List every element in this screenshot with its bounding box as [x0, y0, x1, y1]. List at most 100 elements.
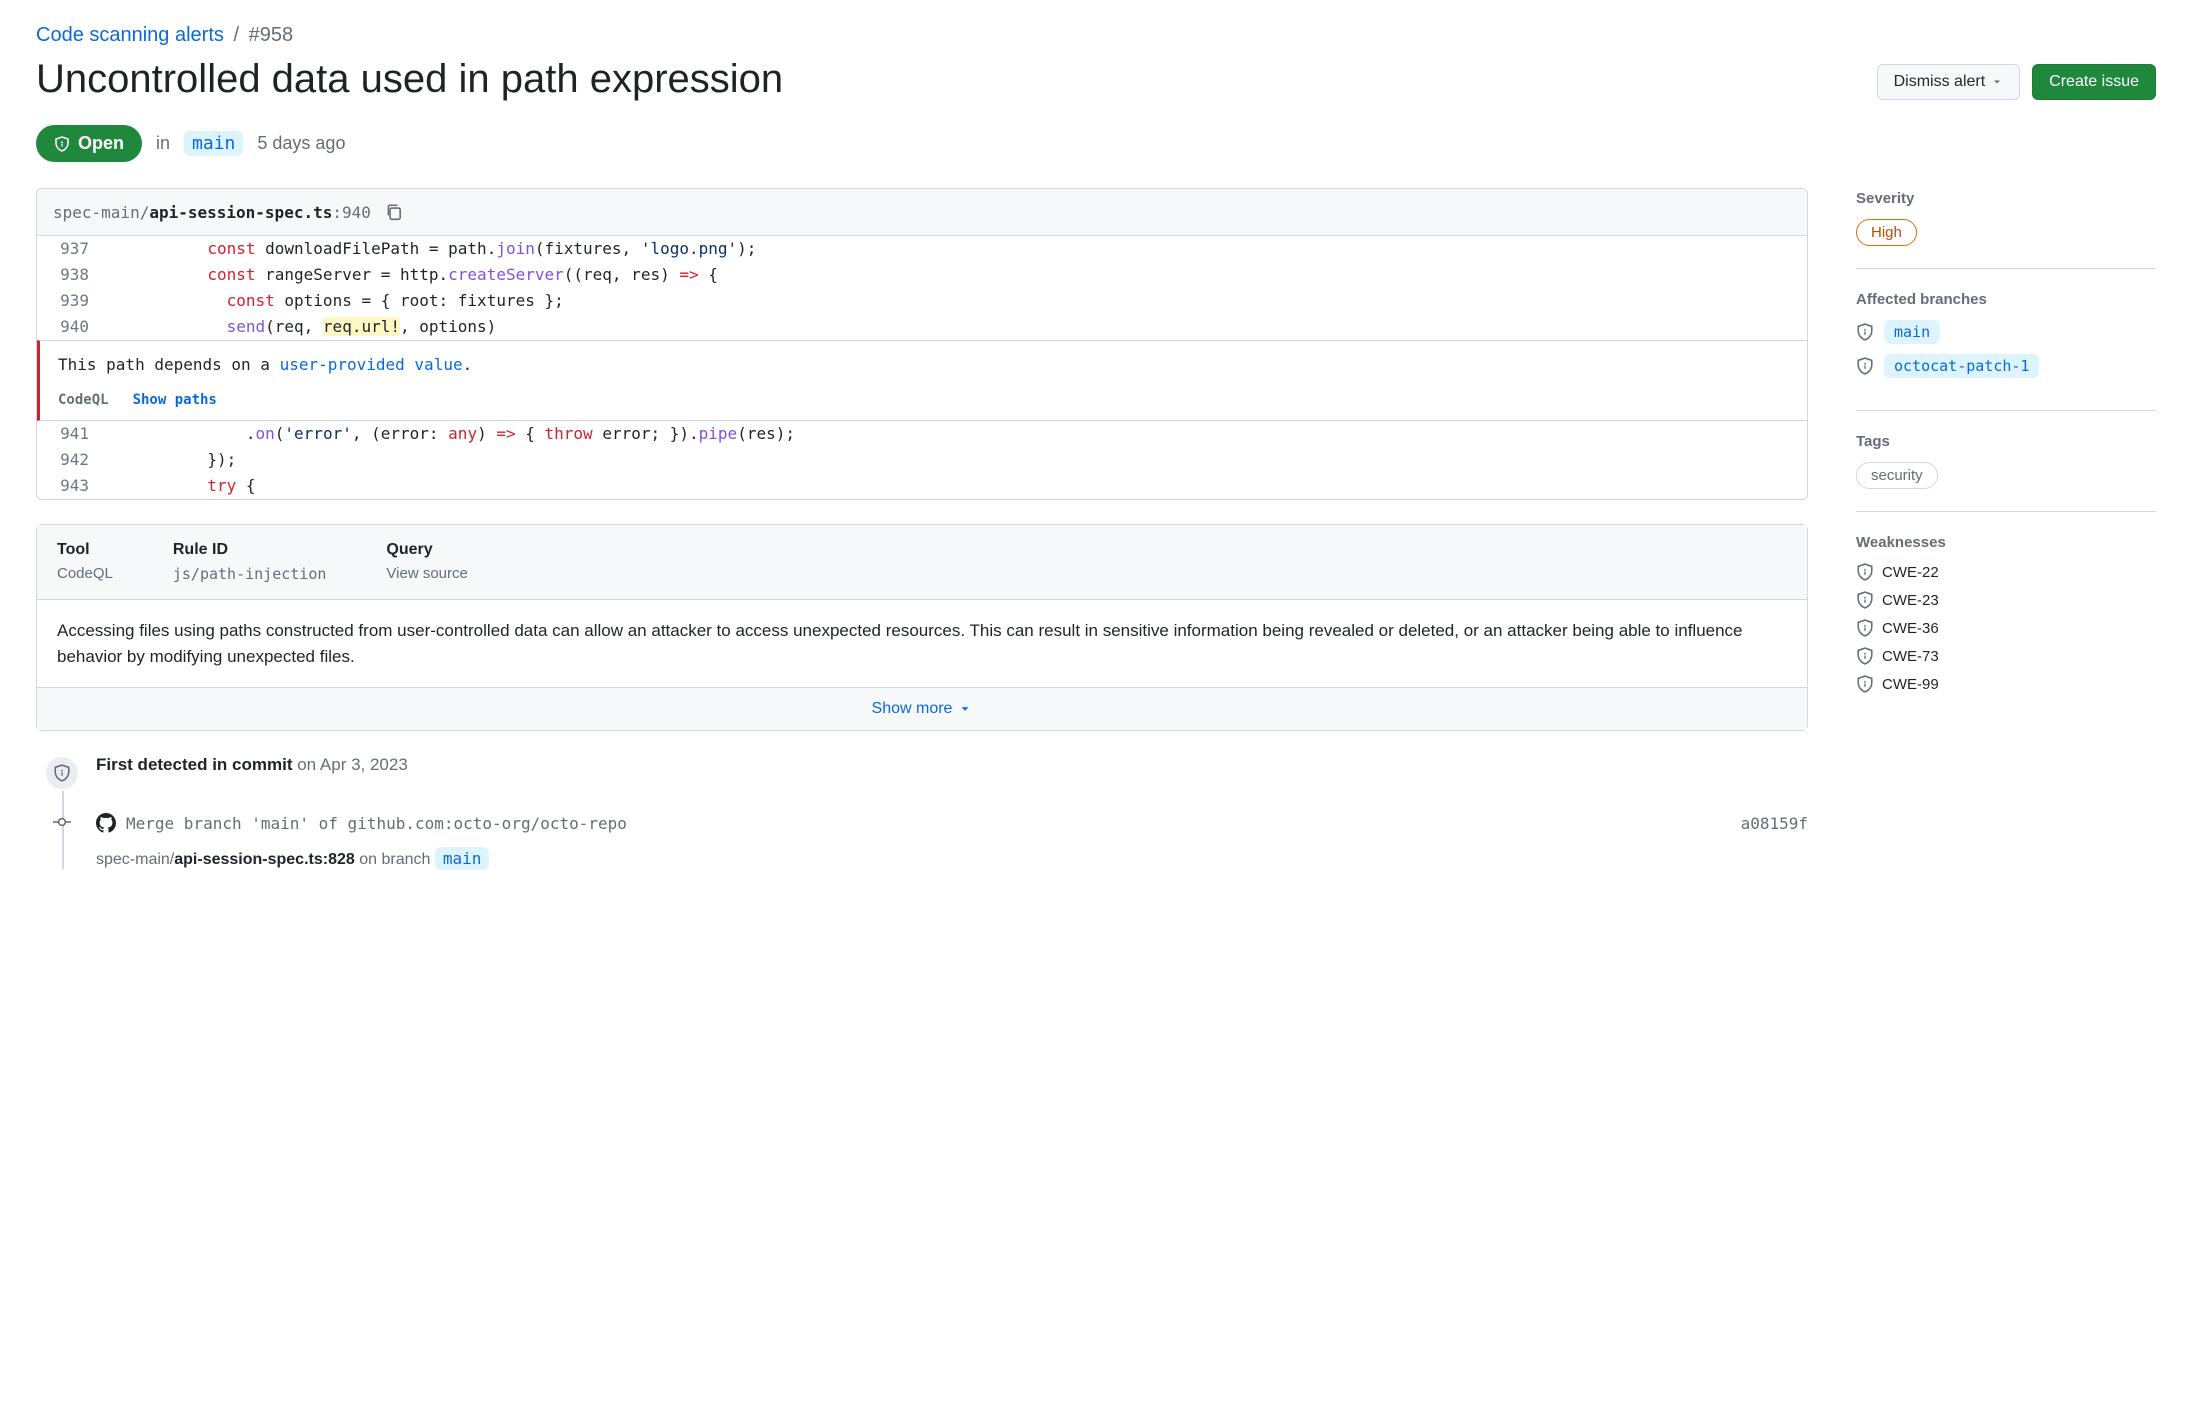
details-col: Query View source — [386, 541, 467, 583]
branches-heading: Affected branches — [1856, 291, 2156, 308]
line-number: 943 — [37, 473, 111, 499]
show-paths-link[interactable]: Show paths — [133, 392, 217, 408]
weakness-row[interactable]: CWE-23 — [1856, 591, 2156, 609]
state-label: Open — [78, 133, 124, 154]
code-box: spec-main/api-session-spec.ts:940 937 co… — [36, 188, 1808, 500]
commit-message[interactable]: Merge branch 'main' of github.com:octo-o… — [126, 814, 1731, 833]
dismiss-alert-label: Dismiss alert — [1894, 73, 1986, 91]
weakness-label: CWE-73 — [1882, 648, 1939, 665]
shield-alert-icon — [1856, 323, 1874, 341]
page-title: Uncontrolled data used in path expressio… — [36, 55, 783, 103]
weakness-label: CWE-99 — [1882, 676, 1939, 693]
line-number: 939 — [37, 288, 111, 314]
code-content: const options = { root: fixtures }; — [111, 288, 564, 314]
weakness-row[interactable]: CWE-99 — [1856, 675, 2156, 693]
tags-heading: Tags — [1856, 433, 2156, 450]
timeline-file-row: spec-main/api-session-spec.ts:828 on bra… — [96, 849, 1808, 869]
create-issue-button[interactable]: Create issue — [2032, 64, 2156, 100]
timeline-detected-badge — [44, 755, 80, 791]
code-file-path[interactable]: spec-main/api-session-spec.ts:940 — [53, 203, 371, 222]
weakness-row[interactable]: CWE-36 — [1856, 619, 2156, 637]
breadcrumb-separator: / — [229, 24, 243, 46]
details-box: Tool CodeQL Rule ID js/path-injection Query V… — [36, 524, 1808, 731]
code-content: try { — [111, 473, 256, 499]
weaknesses-heading: Weaknesses — [1856, 534, 2156, 551]
code-content: const rangeServer = http.createServer((r… — [111, 262, 718, 288]
shield-alert-icon — [53, 764, 71, 782]
line-number: 938 — [37, 262, 111, 288]
timeline-commit-dot — [44, 813, 80, 831]
shield-alert-icon — [1856, 563, 1874, 581]
tag-pill[interactable]: security — [1856, 462, 1938, 489]
code-content: .on('error', (error: any) => { throw err… — [111, 421, 795, 447]
line-number: 941 — [37, 421, 111, 447]
tool-label: CodeQL — [58, 392, 109, 408]
code-line: 939 const options = { root: fixtures }; — [37, 288, 1807, 314]
code-content: send(req, req.url!, options) — [111, 314, 496, 340]
code-content: }); — [111, 447, 236, 473]
chevron-down-icon — [958, 702, 972, 716]
line-number: 937 — [37, 236, 111, 262]
dismiss-alert-button[interactable]: Dismiss alert — [1877, 64, 2021, 100]
status-branch[interactable]: main — [184, 131, 243, 156]
shield-alert-icon — [1856, 591, 1874, 609]
details-col-header: Tool — [57, 541, 113, 559]
timeline-detected-text: First detected in commit on Apr 3, 2023 — [96, 755, 1808, 775]
code-line: 938 const rangeServer = http.createServe… — [37, 262, 1807, 288]
alert-msg-link[interactable]: user-provided value — [280, 355, 463, 374]
alert-msg-pre: This path depends on a — [58, 355, 280, 374]
details-col-value: js/path-injection — [173, 565, 327, 583]
shield-icon — [54, 136, 70, 152]
weaknesses-section: Weaknesses CWE-22 CWE-23 CWE-36 CWE-73 CWE-9… — [1856, 534, 2156, 725]
shield-alert-icon — [1856, 647, 1874, 665]
code-lines-after: 941 .on('error', (error: any) => { throw… — [37, 421, 1807, 499]
weakness-row[interactable]: CWE-22 — [1856, 563, 2156, 581]
code-line: 940 send(req, req.url!, options) — [37, 314, 1807, 340]
state-badge: Open — [36, 125, 142, 162]
severity-heading: Severity — [1856, 190, 2156, 207]
weakness-label: CWE-22 — [1882, 564, 1939, 581]
shield-alert-icon — [1856, 675, 1874, 693]
code-line: 941 .on('error', (error: any) => { throw… — [37, 421, 1807, 447]
alert-msg-post: . — [463, 355, 473, 374]
affected-branch-row: octocat-patch-1 — [1856, 354, 2156, 378]
details-col: Tool CodeQL — [57, 541, 113, 583]
shield-alert-icon — [1856, 619, 1874, 637]
status-row: Open in main 5 days ago — [36, 125, 2156, 162]
commit-sha[interactable]: a08159f — [1741, 814, 1808, 833]
breadcrumb-id: #958 — [249, 24, 294, 46]
weakness-row[interactable]: CWE-73 — [1856, 647, 2156, 665]
severity-section: Severity High — [1856, 190, 2156, 269]
status-age: 5 days ago — [257, 133, 345, 154]
line-number: 942 — [37, 447, 111, 473]
weakness-label: CWE-23 — [1882, 592, 1939, 609]
details-col-value: CodeQL — [57, 565, 113, 582]
copy-path-button[interactable] — [383, 201, 405, 223]
copy-icon — [385, 203, 403, 221]
details-description: Accessing files using paths constructed … — [37, 600, 1807, 687]
status-in: in — [156, 133, 170, 154]
code-content: const downloadFilePath = path.join(fixtu… — [111, 236, 756, 262]
show-more-button[interactable]: Show more — [37, 687, 1807, 730]
severity-badge: High — [1856, 219, 1917, 246]
line-number: 940 — [37, 314, 111, 340]
code-line: 937 const downloadFilePath = path.join(f… — [37, 236, 1807, 262]
details-col-value[interactable]: View source — [386, 565, 467, 582]
affected-branch-row: main — [1856, 320, 2156, 344]
code-line: 943 try { — [37, 473, 1807, 499]
code-line: 942 }); — [37, 447, 1807, 473]
breadcrumb-parent-link[interactable]: Code scanning alerts — [36, 24, 224, 46]
breadcrumb: Code scanning alerts / #958 — [36, 24, 2156, 47]
branch-pill[interactable]: octocat-patch-1 — [1884, 354, 2039, 378]
details-col-header: Rule ID — [173, 541, 327, 559]
timeline-branch-pill[interactable]: main — [435, 847, 490, 870]
chevron-down-icon — [1991, 76, 2003, 88]
details-col-header: Query — [386, 541, 467, 559]
branch-pill[interactable]: main — [1884, 320, 1940, 344]
code-lines-before: 937 const downloadFilePath = path.join(f… — [37, 236, 1807, 340]
git-commit-icon — [53, 813, 71, 831]
octocat-avatar-icon — [96, 813, 116, 833]
weakness-label: CWE-36 — [1882, 620, 1939, 637]
shield-alert-icon — [1856, 357, 1874, 375]
timeline: First detected in commit on Apr 3, 2023 … — [36, 755, 1808, 869]
